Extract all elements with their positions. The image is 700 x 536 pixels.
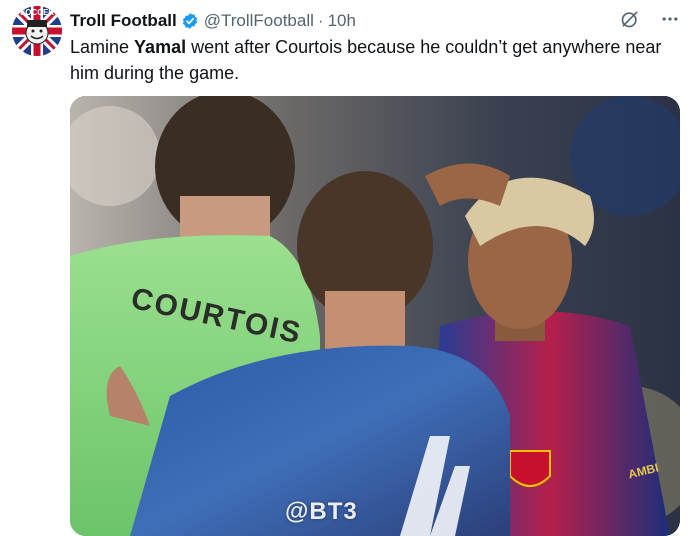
tweet-text-start: Lamine (70, 37, 135, 57)
tweet-header: Troll Football @TrollFootball · 10h (70, 10, 680, 32)
author-handle[interactable]: @TrollFootball (204, 11, 314, 31)
tweet-text: Lamine Yamal went after Courtois because… (70, 34, 680, 86)
separator-dot: · (317, 11, 324, 30)
avatar-text: SOCCER (19, 8, 55, 17)
header-actions (620, 10, 680, 32)
timestamp[interactable]: 10h (328, 11, 356, 31)
tweet-text-bold-name: Yamal (134, 37, 187, 57)
more-icon[interactable] (660, 9, 680, 34)
grok-icon[interactable] (620, 9, 640, 34)
verified-badge-icon (181, 12, 199, 30)
tweet-media-image[interactable]: COURTOIS AMBI @BT3 (70, 96, 680, 536)
author-name[interactable]: Troll Football (70, 11, 177, 31)
avatar[interactable]: SOCCER (12, 6, 62, 56)
watermark-text: @BT3 (285, 498, 358, 525)
